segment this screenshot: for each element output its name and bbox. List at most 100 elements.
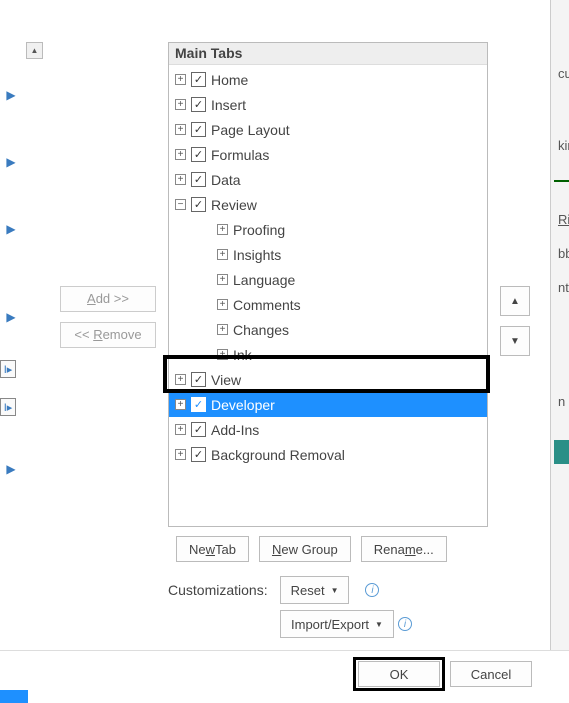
rename-button[interactable]: Rename... (361, 536, 447, 562)
ok-button[interactable]: OK (358, 661, 440, 687)
tree-label: Background Removal (211, 447, 345, 463)
text-cursor-icon[interactable]: I▸ (0, 360, 16, 378)
expand-icon[interactable]: + (175, 74, 186, 85)
checkbox-icon[interactable] (191, 97, 206, 112)
clipped-text: cu (558, 66, 569, 81)
tree-label: Home (211, 72, 248, 88)
tree-item-background-removal[interactable]: + Background Removal (169, 442, 487, 467)
checkbox-icon[interactable] (191, 172, 206, 187)
tree-label: Developer (211, 397, 275, 413)
expand-icon[interactable]: + (175, 449, 186, 460)
chevron-down-icon: ▼ (375, 620, 383, 629)
checkbox-icon[interactable] (191, 197, 206, 212)
tree-item-add-ins[interactable]: + Add-Ins (169, 417, 487, 442)
clipped-text: n (558, 394, 565, 409)
reset-dropdown[interactable]: Reset▼ (280, 576, 350, 604)
expand-icon[interactable]: + (175, 424, 186, 435)
collapse-icon[interactable]: − (175, 199, 186, 210)
move-buttons: ▲ ▼ (500, 286, 530, 366)
clipped-text: Ri (558, 212, 569, 227)
import-export-dropdown[interactable]: Import/Export▼ (280, 610, 394, 638)
expand-icon[interactable]: + (175, 399, 186, 410)
customizations-label: Customizations: (168, 582, 268, 598)
tree-item-data[interactable]: + Data (169, 167, 487, 192)
info-icon[interactable]: i (365, 583, 379, 597)
new-group-button[interactable]: New Group (259, 536, 351, 562)
tree-label: Data (211, 172, 241, 188)
transfer-buttons: Add >> << Remove (60, 286, 156, 358)
expand-icon[interactable]: + (217, 299, 228, 310)
tree-item-page-layout[interactable]: + Page Layout (169, 117, 487, 142)
tree-item-insert[interactable]: + Insert (169, 92, 487, 117)
move-up-button[interactable]: ▲ (500, 286, 530, 316)
clipped-text: bb (558, 246, 569, 261)
tab-action-buttons: New Tab New Group Rename... (176, 536, 447, 562)
dialog-footer: OK Cancel (358, 661, 532, 687)
tree-label: Language (233, 272, 295, 288)
checkbox-icon[interactable] (191, 72, 206, 87)
checkbox-icon[interactable] (191, 122, 206, 137)
tree-item-proofing[interactable]: + Proofing (169, 217, 487, 242)
main-tabs-panel: Main Tabs + Home + Insert + Page Layout … (168, 42, 488, 527)
tree-label: Proofing (233, 222, 285, 238)
expand-icon[interactable]: + (217, 324, 228, 335)
tree-item-comments[interactable]: + Comments (169, 292, 487, 317)
new-tab-button[interactable]: New Tab (176, 536, 249, 562)
customizations-row: Customizations: Reset▼ i (168, 576, 379, 604)
tree-label: Page Layout (211, 122, 290, 138)
main-tabs-header: Main Tabs (169, 43, 487, 65)
left-arrow-icon: ▶ (4, 310, 18, 324)
scroll-up-button[interactable]: ▲ (26, 42, 43, 59)
tree-label: Changes (233, 322, 289, 338)
tree-label: View (211, 372, 241, 388)
info-icon[interactable]: i (398, 617, 412, 631)
clipped-text: nt (558, 280, 569, 295)
remove-button[interactable]: << Remove (60, 322, 156, 348)
expand-icon[interactable]: + (175, 124, 186, 135)
tree-label: Insights (233, 247, 281, 263)
expand-icon[interactable]: + (175, 174, 186, 185)
expand-icon[interactable]: + (217, 274, 228, 285)
expand-icon[interactable]: + (217, 249, 228, 260)
tree-label: Ink (233, 347, 252, 363)
tree-item-changes[interactable]: + Changes (169, 317, 487, 342)
expand-icon[interactable]: + (175, 374, 186, 385)
chevron-down-icon: ▼ (331, 586, 339, 595)
expand-icon[interactable]: + (217, 349, 228, 360)
divider (0, 650, 569, 651)
expand-icon[interactable]: + (217, 224, 228, 235)
taskbar-fragment (0, 690, 28, 703)
tree-item-view[interactable]: + View (169, 367, 487, 392)
text-cursor-icon[interactable]: I▸ (0, 398, 16, 416)
expand-icon[interactable]: + (175, 99, 186, 110)
expand-icon[interactable]: + (175, 149, 186, 160)
import-export-row: Import/Export▼ i (280, 610, 412, 638)
checkbox-icon[interactable] (191, 147, 206, 162)
tree-label: Formulas (211, 147, 269, 163)
move-down-button[interactable]: ▼ (500, 326, 530, 356)
tree-label: Review (211, 197, 257, 213)
tree-item-insights[interactable]: + Insights (169, 242, 487, 267)
tree-label: Comments (233, 297, 301, 313)
cancel-button[interactable]: Cancel (450, 661, 532, 687)
left-arrow-icon: ▶ (4, 222, 18, 236)
tree-item-home[interactable]: + Home (169, 67, 487, 92)
left-arrow-icon: ▶ (4, 88, 18, 102)
tree-item-ink[interactable]: + Ink (169, 342, 487, 367)
tree-label: Insert (211, 97, 246, 113)
right-scrollbar[interactable] (550, 0, 569, 650)
checkbox-icon[interactable] (191, 372, 206, 387)
clipped-button (554, 440, 569, 464)
left-arrow-icon: ▶ (4, 155, 18, 169)
tree-item-language[interactable]: + Language (169, 267, 487, 292)
tree-item-review[interactable]: − Review (169, 192, 487, 217)
tree-label: Add-Ins (211, 422, 259, 438)
left-arrow-icon: ▶ (4, 462, 18, 476)
checkbox-icon[interactable] (191, 397, 206, 412)
add-button[interactable]: Add >> (60, 286, 156, 312)
checkbox-icon[interactable] (191, 422, 206, 437)
main-tabs-tree[interactable]: + Home + Insert + Page Layout + Formulas… (169, 65, 487, 469)
checkbox-icon[interactable] (191, 447, 206, 462)
tree-item-developer[interactable]: + Developer (169, 392, 487, 417)
tree-item-formulas[interactable]: + Formulas (169, 142, 487, 167)
